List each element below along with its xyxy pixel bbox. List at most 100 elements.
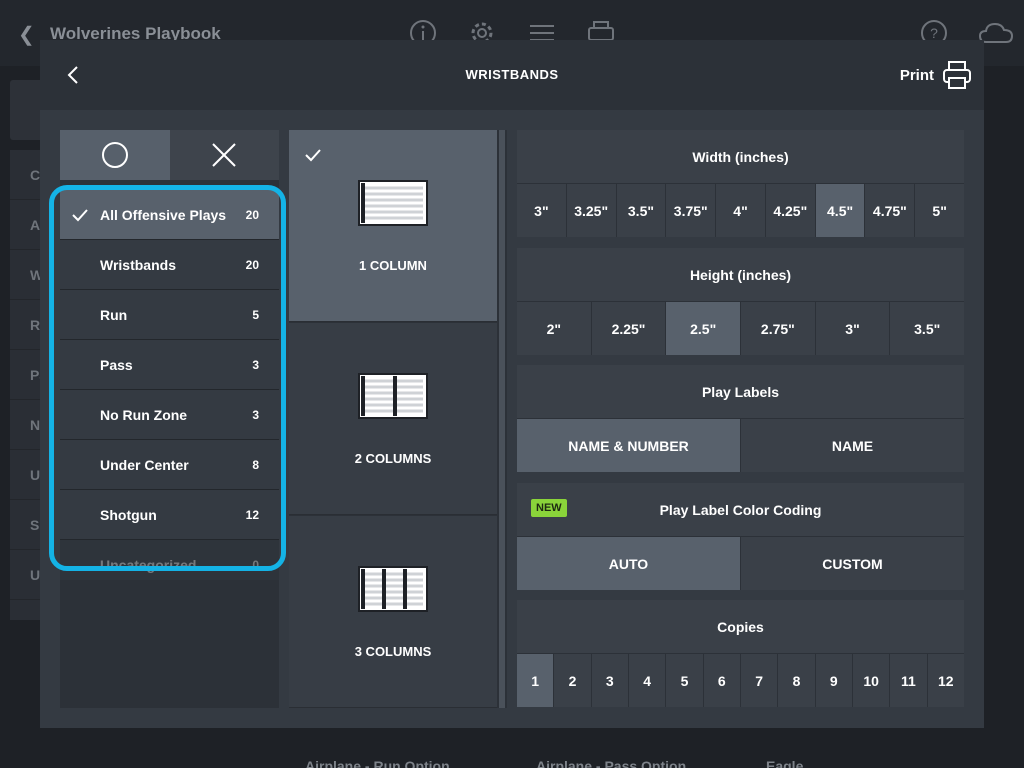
color-coding-options: AUTO CUSTOM [517, 537, 964, 590]
category-item[interactable]: All Offensive Plays 20 [60, 190, 279, 240]
category-item[interactable]: No Run Zone 3 [60, 390, 279, 440]
height-option[interactable]: 3.5" [890, 302, 965, 355]
category-count: 3 [252, 407, 259, 422]
color-coding-option[interactable]: CUSTOM [741, 537, 964, 590]
category-count: 3 [252, 357, 259, 372]
height-option[interactable]: 2.75" [741, 302, 816, 355]
copies-option[interactable]: 1 [517, 654, 555, 707]
width-option[interactable]: 3.75" [666, 184, 717, 237]
select-all-button[interactable] [60, 130, 170, 180]
layout-option[interactable]: 1 COLUMN [289, 130, 497, 322]
printer-icon [943, 61, 971, 89]
category-count: 12 [245, 507, 259, 522]
layout-label: 1 COLUMN [359, 258, 427, 273]
category-count: 20 [245, 257, 259, 272]
copies-option[interactable]: 7 [740, 654, 779, 707]
category-list: All Offensive Plays 20 Wristbands 20 Run 5 Pas… [60, 190, 279, 580]
checkmark-icon [72, 208, 100, 222]
category-name: Pass [100, 356, 133, 373]
height-option[interactable]: 2" [517, 302, 592, 355]
print-button[interactable]: Print [900, 60, 972, 90]
close-icon [212, 143, 236, 167]
selection-toggle [60, 130, 279, 180]
copies-option[interactable]: 12 [927, 654, 964, 707]
color-coding-section: Play Label Color Coding NEW AUTO CUSTOM [517, 483, 964, 590]
category-name: Run [100, 306, 128, 323]
copies-option[interactable]: 4 [628, 654, 667, 707]
layout-label: 3 COLUMNS [354, 644, 432, 659]
category-name: Wristbands [100, 256, 176, 273]
copies-option[interactable]: 2 [554, 654, 592, 707]
width-option[interactable]: 4.25" [765, 184, 816, 237]
category-count: 8 [252, 457, 259, 472]
copies-section: Copies 1 2 3 4 5 6 7 8 9 10 11 12 [517, 600, 964, 707]
category-panel: All Offensive Plays 20 Wristbands 20 Run 5 Pas… [60, 130, 279, 708]
height-option[interactable]: 2.5" [666, 302, 742, 355]
play-labels-title: Play Labels [517, 365, 964, 419]
scrollbar[interactable] [499, 130, 505, 708]
width-option[interactable]: 4.75" [865, 184, 916, 237]
copies-option[interactable]: 11 [890, 654, 928, 707]
modal-title: WRISTBANDS [465, 67, 559, 82]
category-name: Uncategorized [100, 556, 197, 573]
wristband-layout-icon [358, 180, 428, 231]
background-card-title: Eagle [766, 758, 804, 768]
category-count: 5 [252, 307, 259, 322]
background-back-icon: ❮ [18, 24, 35, 46]
category-name: Shotgun [100, 506, 157, 523]
new-badge: NEW [531, 499, 567, 517]
category-item[interactable]: Uncategorized 0 [60, 540, 279, 580]
width-option[interactable]: 4.5" [815, 184, 866, 237]
category-count: 20 [245, 207, 259, 222]
print-label: Print [899, 66, 934, 84]
copies-option[interactable]: 10 [852, 654, 891, 707]
play-label-option[interactable]: NAME & NUMBER [517, 419, 741, 472]
play-labels-options: NAME & NUMBER NAME [517, 419, 964, 472]
category-name: Under Center [100, 456, 189, 473]
copies-options: 1 2 3 4 5 6 7 8 9 10 11 12 [517, 654, 964, 707]
play-labels-section: Play Labels NAME & NUMBER NAME [517, 365, 964, 472]
wristband-layout-icon [358, 373, 428, 424]
deselect-all-button[interactable] [169, 130, 279, 180]
copies-option[interactable]: 9 [815, 654, 853, 707]
height-option[interactable]: 2.25" [591, 302, 667, 355]
copies-option[interactable]: 5 [666, 654, 704, 707]
background-card-title: Airplane - Pass Option [536, 758, 687, 768]
layout-label: 2 COLUMNS [354, 451, 432, 466]
color-coding-title: Play Label Color Coding [517, 483, 964, 537]
height-title: Height (inches) [517, 248, 964, 302]
category-item[interactable]: Run 5 [60, 290, 279, 340]
column-layout-panel: 1 COLUMN 2 COLUMNS 3 COLUMNS [289, 130, 507, 708]
copies-title: Copies [517, 600, 964, 654]
category-item[interactable]: Wristbands 20 [60, 240, 279, 290]
copies-option[interactable]: 6 [703, 654, 741, 707]
copies-option[interactable]: 8 [778, 654, 816, 707]
category-item[interactable]: Pass 3 [60, 340, 279, 390]
width-option[interactable]: 4" [716, 184, 766, 237]
width-option[interactable]: 3.25" [566, 184, 617, 237]
modal-header: WRISTBANDS Print [40, 40, 984, 110]
checkmark-icon [305, 148, 321, 167]
layout-option[interactable]: 2 COLUMNS [289, 323, 497, 515]
height-section: Height (inches) 2" 2.25" 2.5" 2.75" 3" 3.5" [517, 248, 965, 355]
wristband-layout-icon [358, 566, 428, 617]
layout-option[interactable]: 3 COLUMNS [289, 516, 497, 708]
svg-text:?: ? [930, 25, 938, 41]
copies-option[interactable]: 3 [591, 654, 629, 707]
height-options: 2" 2.25" 2.5" 2.75" 3" 3.5" [517, 302, 965, 355]
height-option[interactable]: 3" [815, 302, 891, 355]
category-count: 0 [252, 557, 259, 572]
circle-icon [101, 142, 128, 168]
background-card-title: Airplane - Run Option [305, 758, 450, 768]
category-item[interactable]: Under Center 8 [60, 440, 279, 490]
width-option[interactable]: 3" [517, 184, 567, 237]
category-item[interactable]: Shotgun 12 [60, 490, 279, 540]
width-option[interactable]: 5" [915, 184, 965, 237]
category-name: No Run Zone [100, 406, 188, 423]
play-label-option[interactable]: NAME [741, 419, 964, 472]
category-name: All Offensive Plays [100, 206, 227, 223]
width-option[interactable]: 3.5" [616, 184, 667, 237]
color-coding-option[interactable]: AUTO [517, 537, 741, 590]
width-section: Width (inches) 3" 3.25" 3.5" 3.75" 4" 4.25" 4.… [517, 130, 965, 237]
width-options: 3" 3.25" 3.5" 3.75" 4" 4.25" 4.5" 4.75" 5" [517, 184, 965, 237]
